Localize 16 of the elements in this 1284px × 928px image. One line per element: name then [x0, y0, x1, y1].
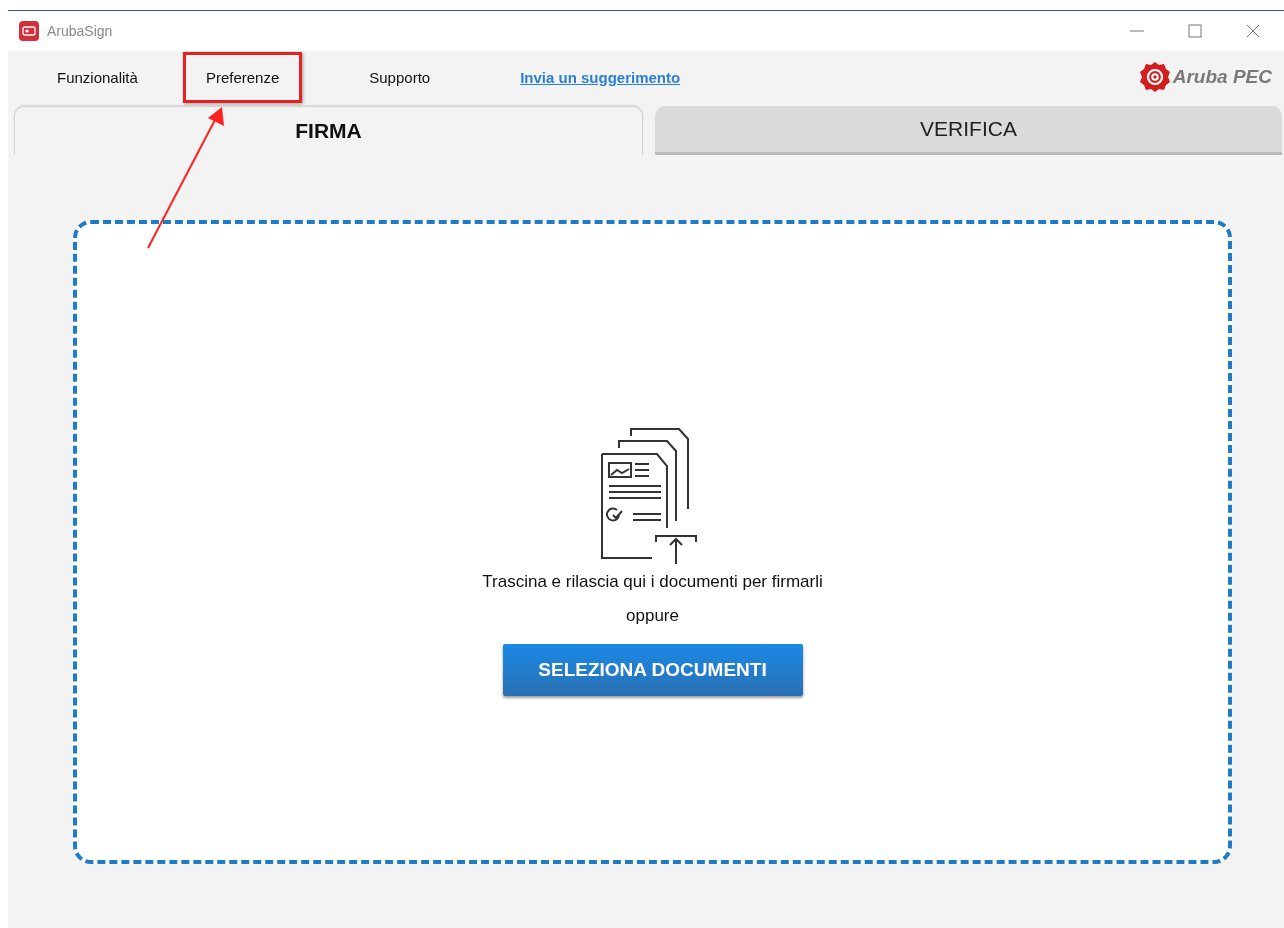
tab[interactable]: FIRMA	[14, 106, 643, 155]
drop-zone[interactable]: Trascina e rilascia qui i documenti per firmarli oppure SELEZIONA DOCUMENTI	[73, 220, 1232, 864]
tab[interactable]: VERIFICA	[655, 106, 1282, 155]
menu-item[interactable]: Supporto	[346, 51, 454, 103]
select-documents-button[interactable]: SELEZIONA DOCUMENTI	[502, 644, 803, 696]
separator-text: oppure	[626, 606, 679, 626]
logo: Aruba PEC	[1138, 61, 1272, 93]
close-icon[interactable]	[1246, 24, 1260, 38]
menu-item[interactable]: Funzionalità	[34, 51, 161, 103]
seal-icon	[1138, 61, 1171, 93]
instruction-text: Trascina e rilascia qui i documenti per firmarli	[482, 572, 823, 592]
menu-item[interactable]: Preferenze	[182, 51, 303, 103]
app-icon	[19, 21, 39, 41]
maximize-icon[interactable]	[1188, 24, 1202, 38]
suggestion-link[interactable]: Invia un suggerimento	[497, 51, 704, 103]
window-title: ArubaSign	[47, 23, 113, 39]
